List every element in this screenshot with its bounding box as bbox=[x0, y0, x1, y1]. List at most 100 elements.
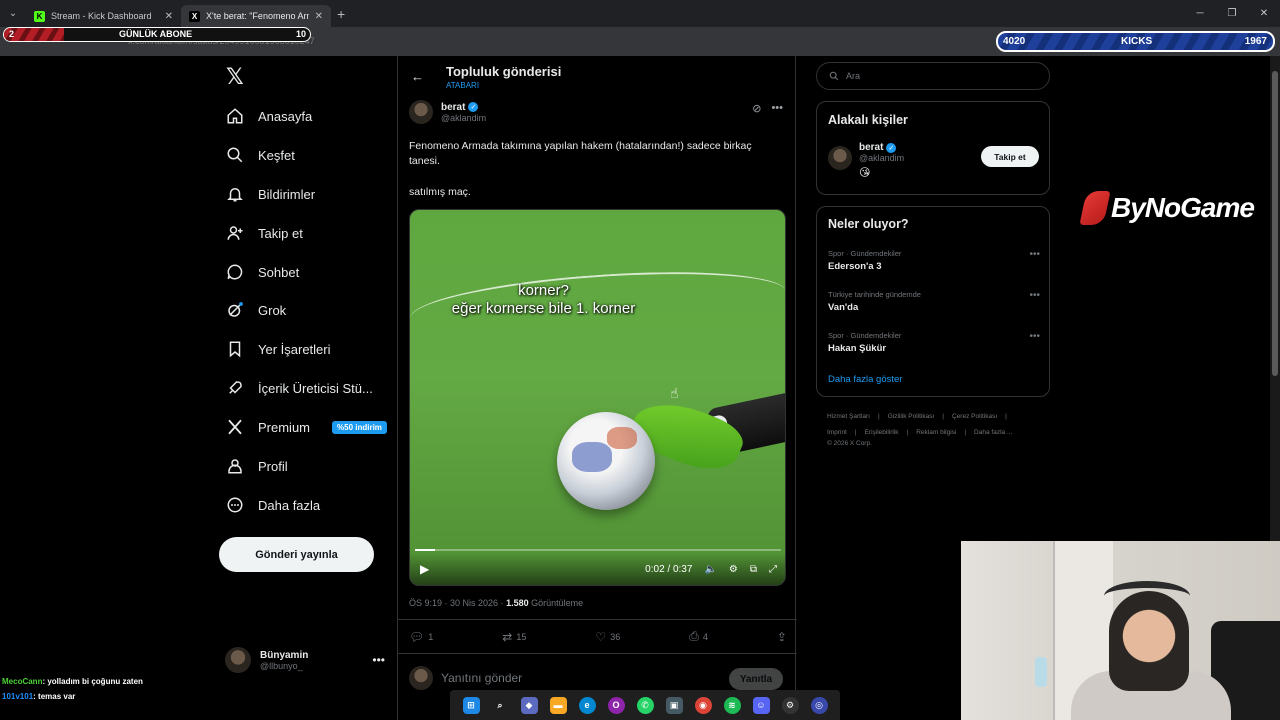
tab-search-menu[interactable]: ⌄ bbox=[0, 0, 26, 27]
close-tab-icon[interactable]: ✕ bbox=[315, 11, 323, 22]
play-icon[interactable]: ▶ bbox=[420, 562, 429, 576]
nav-follow[interactable]: Takip et bbox=[226, 221, 303, 245]
footer-separator: | bbox=[906, 429, 909, 436]
chat-text: : yolladım bi çoğunu zaten bbox=[42, 677, 143, 686]
author-name[interactable]: berat bbox=[441, 102, 465, 113]
footer-link[interactable]: Imprint bbox=[827, 429, 847, 436]
x-logo-icon[interactable]: 𝕏 bbox=[226, 66, 246, 88]
post-author[interactable]: berat ✓ @aklandim bbox=[409, 100, 486, 124]
maximize-icon[interactable]: ❐ bbox=[1216, 0, 1248, 27]
show-more-link[interactable]: Daha fazla göster bbox=[828, 374, 902, 385]
related-person[interactable]: berat ✓ @aklandim 😘 bbox=[828, 142, 904, 179]
footer-link[interactable]: Daha fazla ... bbox=[974, 429, 1012, 436]
trend-title: Ederson'a 3 bbox=[828, 261, 882, 272]
nav-chat[interactable]: Sohbet bbox=[226, 260, 299, 284]
nav-more[interactable]: Daha fazla bbox=[226, 493, 320, 517]
trend-title: Van'da bbox=[828, 302, 859, 313]
pip-icon[interactable]: ⧉ bbox=[750, 564, 757, 575]
bookmark-count: 4 bbox=[702, 631, 708, 642]
nav-explore[interactable]: Keşfet bbox=[226, 143, 295, 167]
post-button[interactable]: Gönderi yayınla bbox=[219, 537, 374, 572]
nav-creator-studio[interactable]: İçerik Üreticisi Stü... bbox=[226, 376, 373, 400]
video-progress-fill bbox=[415, 549, 435, 551]
avatar[interactable] bbox=[409, 100, 433, 124]
author-handle[interactable]: @aklandim bbox=[441, 113, 486, 123]
nav-home[interactable]: Anasayfa bbox=[226, 104, 312, 128]
chrome-icon[interactable]: ◉ bbox=[694, 696, 712, 714]
main-column: ← Topluluk gönderisi ATABARI berat ✓ @akl… bbox=[397, 56, 797, 720]
video-player[interactable]: korner? eğer kornerse bile 1. korner ☝ ▶… bbox=[409, 209, 786, 586]
opera-icon[interactable]: O bbox=[607, 696, 625, 714]
browser-tab-x[interactable]: X X'te berat: "Fenomeno Armada ✕ bbox=[181, 5, 331, 27]
search-icon[interactable]: ⌕ bbox=[492, 697, 509, 714]
new-tab-icon[interactable]: + bbox=[337, 6, 345, 22]
reply-button[interactable]: 💬︎ 1 bbox=[409, 629, 433, 644]
settings-icon[interactable]: ⚙ bbox=[729, 564, 738, 575]
footer-link[interactable]: Hizmet Şartları bbox=[827, 413, 870, 420]
goal-target: 10 bbox=[295, 29, 306, 39]
browser-tab-bar: ⌄ K Stream - Kick Dashboard ✕ X X'te ber… bbox=[0, 0, 1280, 27]
nav-notifications[interactable]: Bildirimler bbox=[226, 182, 315, 206]
close-tab-icon[interactable]: ✕ bbox=[165, 11, 173, 22]
verified-badge-icon: ✓ bbox=[886, 142, 897, 153]
windows-start-icon[interactable]: ⊞ bbox=[462, 696, 480, 714]
trend-item[interactable]: Spor · Gündemdekiler Ederson'a 3 ••• bbox=[828, 249, 1040, 272]
home-icon bbox=[226, 107, 244, 125]
browser-tab-kick[interactable]: K Stream - Kick Dashboard ✕ bbox=[26, 5, 181, 27]
post-actions: 💬︎ 1 ⇄ 15 ♡ 36 ⎙ 4 ⇪ bbox=[409, 629, 787, 644]
steam-icon[interactable]: ⚙ bbox=[781, 696, 799, 714]
follow-button[interactable]: Takip et bbox=[981, 146, 1039, 167]
nav-bookmarks[interactable]: Yer İşaretleri bbox=[226, 337, 331, 361]
account-switcher[interactable]: Bünyamin @llbunyo_ ••• bbox=[225, 640, 385, 680]
nav-profile[interactable]: Profil bbox=[226, 454, 288, 478]
reply-submit-button[interactable]: Yanıtla bbox=[729, 668, 783, 690]
scrollbar-thumb[interactable] bbox=[1272, 71, 1278, 376]
search-input[interactable]: Ara bbox=[816, 62, 1050, 90]
grok-explain-icon[interactable]: ⊘ bbox=[752, 102, 761, 115]
more-dots-icon[interactable]: ••• bbox=[1029, 290, 1040, 301]
post-meta: ÖS 9:19 · 30 Nis 2026 · 1.580 Görüntülem… bbox=[409, 598, 583, 608]
minimize-icon[interactable]: ─ bbox=[1184, 0, 1216, 27]
close-window-icon[interactable]: ✕ bbox=[1248, 0, 1280, 27]
more-dots-icon[interactable]: ••• bbox=[771, 102, 783, 115]
spotify-icon[interactable]: ≋ bbox=[723, 696, 741, 714]
chat-message: MecoCann: yolladım bi çoğunu zaten bbox=[2, 676, 143, 691]
back-arrow-icon[interactable]: ← bbox=[411, 69, 424, 84]
more-dots-icon[interactable]: ••• bbox=[372, 653, 385, 667]
footer-link[interactable]: Gizlilik Politikası bbox=[888, 413, 935, 420]
like-button[interactable]: ♡ 36 bbox=[595, 629, 620, 644]
nav-premium[interactable]: Premium %50 indirim bbox=[226, 415, 387, 439]
discord-icon[interactable]: ☺ bbox=[752, 696, 770, 714]
edge-icon[interactable]: e bbox=[578, 696, 596, 714]
divider bbox=[398, 619, 797, 620]
avatar bbox=[409, 666, 433, 690]
trend-item[interactable]: Türkiye tarihinde gündemde Van'da ••• bbox=[828, 290, 1040, 313]
whatsapp-icon[interactable]: ✆ bbox=[636, 696, 654, 714]
footer-link[interactable]: Reklam bilgisi bbox=[916, 429, 956, 436]
share-button[interactable]: ⇪ bbox=[777, 629, 787, 644]
footer-link[interactable]: Çerez Politikası bbox=[952, 413, 997, 420]
footer-link[interactable]: Erişilebilirlik bbox=[865, 429, 899, 436]
widgets-icon[interactable]: ◆ bbox=[520, 696, 538, 714]
trend-item[interactable]: Spor · Gündemdekiler Hakan Şükür ••• bbox=[828, 331, 1040, 354]
file-explorer-icon[interactable]: ▬ bbox=[549, 696, 567, 714]
video-caption: eğer kornerse bile 1. korner bbox=[451, 300, 636, 317]
bookmark-button[interactable]: ⎙ 4 bbox=[689, 629, 708, 644]
nav-grok[interactable]: Grok bbox=[226, 298, 286, 322]
community-name[interactable]: ATABARI bbox=[446, 81, 479, 90]
reply-input[interactable]: Yanıtını gönder bbox=[441, 671, 522, 685]
post-timestamp[interactable]: ÖS 9:19 · 30 Nis 2026 · bbox=[409, 598, 506, 608]
more-dots-icon[interactable]: ••• bbox=[1029, 249, 1040, 260]
volume-icon[interactable]: 🔈 bbox=[704, 564, 716, 575]
obs-icon[interactable]: ◎ bbox=[810, 696, 828, 714]
reply-composer[interactable]: Yanıtını gönder bbox=[409, 666, 522, 690]
kicks-current: 4020 bbox=[1003, 36, 1026, 47]
profile-icon bbox=[226, 457, 244, 475]
repost-button[interactable]: ⇄ 15 bbox=[502, 629, 526, 644]
store-icon[interactable]: ▣ bbox=[665, 696, 683, 714]
more-dots-icon[interactable]: ••• bbox=[1029, 331, 1040, 342]
search-placeholder: Ara bbox=[846, 71, 861, 81]
fullscreen-icon[interactable]: ⤢ bbox=[769, 564, 777, 575]
footer-separator: | bbox=[942, 413, 944, 420]
video-progress-bar[interactable] bbox=[415, 549, 781, 551]
